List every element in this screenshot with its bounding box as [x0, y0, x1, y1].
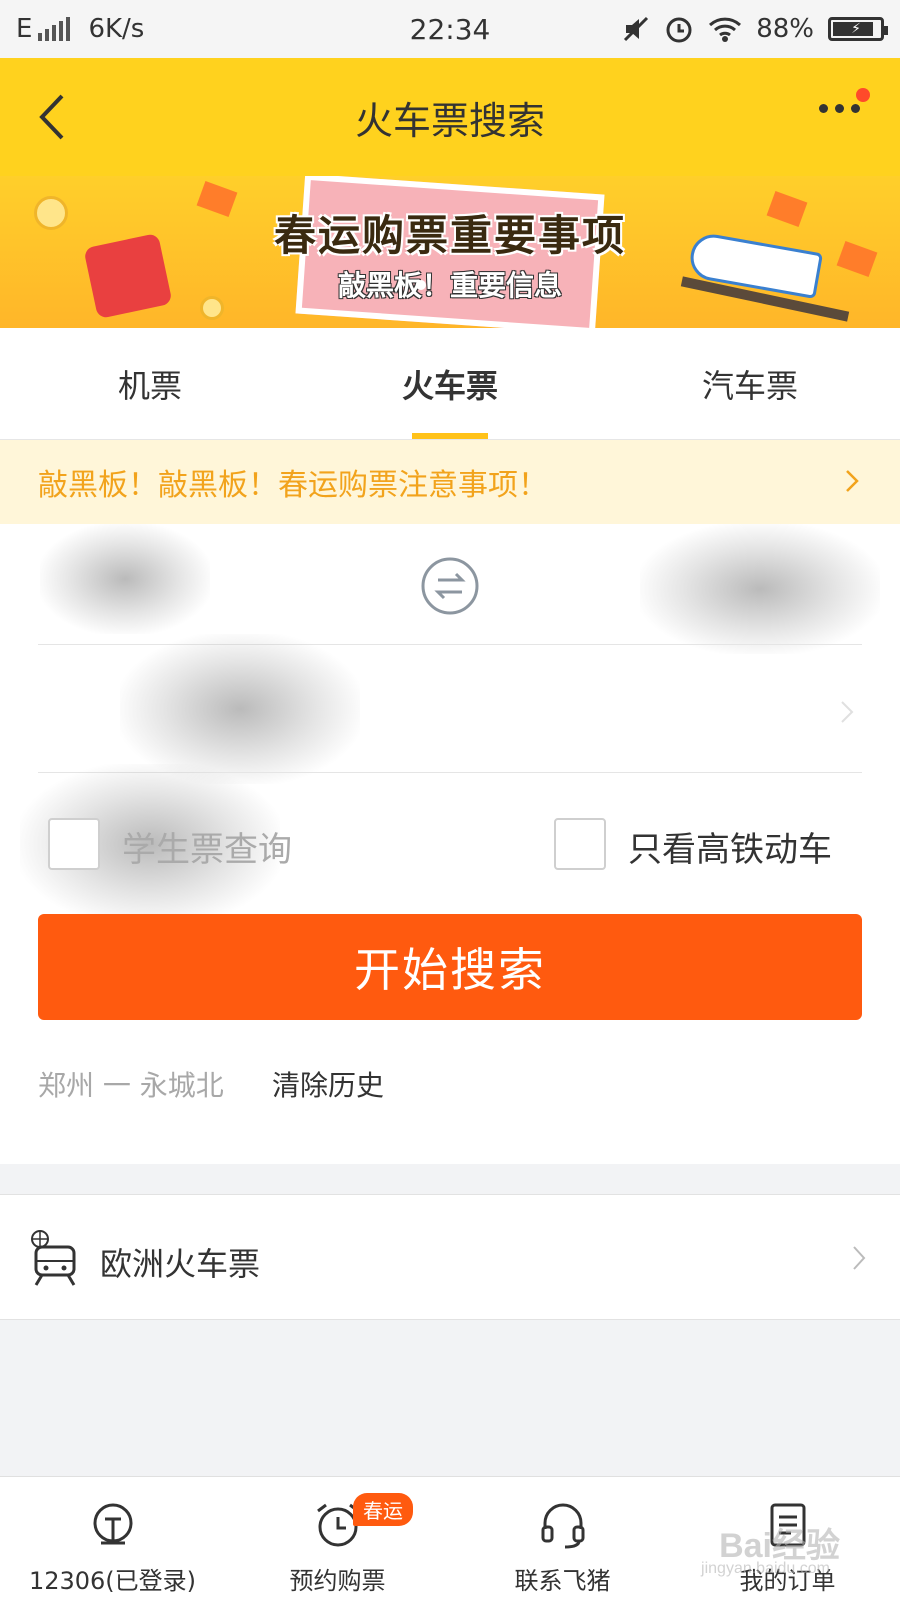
- high-speed-only-checkbox[interactable]: [554, 818, 606, 870]
- high-speed-only-label[interactable]: 只看高铁动车: [628, 822, 832, 871]
- nav-contact[interactable]: 联系飞猪: [450, 1477, 675, 1600]
- notice-bar[interactable]: 敲黑板！敲黑板！春运购票注意事项！: [0, 440, 900, 524]
- clock: 22:34: [409, 12, 491, 46]
- chevron-left-icon[interactable]: [34, 92, 74, 142]
- redacted-departure-station[interactable]: [40, 524, 210, 634]
- watermark-url: jingyan.baidu.com: [701, 1560, 830, 1577]
- banner-headline: 春运购票重要事项: [273, 211, 626, 260]
- tab-train[interactable]: 火车票: [300, 328, 600, 439]
- nav-label: 预约购票: [289, 1567, 386, 1595]
- spring-festival-badge: 春运: [353, 1493, 413, 1526]
- redacted-departure-date[interactable]: [120, 634, 360, 784]
- banner-subline: 敲黑板！重要信息: [337, 269, 562, 302]
- battery-icon: ⚡: [828, 17, 888, 41]
- chevron-right-icon: [841, 701, 854, 723]
- student-ticket-checkbox[interactable]: [48, 818, 100, 870]
- train-globe-icon: [31, 1230, 76, 1286]
- tab-bus[interactable]: 汽车票: [600, 328, 900, 439]
- redacted-arrival-station[interactable]: [640, 524, 880, 654]
- ticket-type-tabs: 机票 火车票 汽车票: [0, 328, 900, 440]
- envelope-decoration: [836, 240, 878, 278]
- nav-reserve[interactable]: 春运 预约购票: [225, 1477, 450, 1600]
- search-form: 学生票查询 只看高铁动车 开始搜索 郑州 一 永城北 清除历史: [0, 524, 900, 1164]
- more-dots-icon[interactable]: [819, 104, 860, 113]
- envelope-decoration: [766, 190, 808, 228]
- nav-label: 联系飞猪: [514, 1567, 611, 1595]
- history-item[interactable]: 郑州 一 永城北: [38, 1064, 224, 1104]
- filter-row: 学生票查询 只看高铁动车: [0, 808, 900, 880]
- europe-train-label: 欧洲火车票: [100, 1245, 261, 1283]
- notification-dot: [856, 88, 870, 102]
- student-ticket-label[interactable]: 学生票查询: [122, 822, 292, 871]
- chevron-right-icon: [853, 1246, 866, 1270]
- status-bar: E 6K/s 22:34 88% ⚡: [0, 0, 900, 58]
- coin-decoration: [34, 196, 68, 230]
- notice-text: 敲黑板！敲黑板！春运购票注意事项！: [38, 468, 548, 503]
- nav-label: 12306(已登录): [28, 1567, 197, 1595]
- europe-train-row[interactable]: 欧洲火车票: [0, 1194, 900, 1320]
- tab-flight[interactable]: 机票: [0, 328, 300, 439]
- mascot-illustration: [83, 232, 173, 320]
- headset-icon: [541, 1503, 584, 1549]
- coin-decoration: [200, 296, 224, 320]
- app-header: 火车票搜索: [0, 58, 900, 176]
- page-title: 火车票搜索: [354, 98, 545, 143]
- clear-history-button[interactable]: 清除历史: [272, 1064, 384, 1104]
- carousel-indicator: [416, 280, 426, 290]
- railway-logo-icon: [93, 1503, 132, 1545]
- search-button[interactable]: 开始搜索: [38, 914, 862, 1020]
- chevron-right-icon: [846, 470, 859, 492]
- nav-12306[interactable]: 12306(已登录): [0, 1477, 225, 1600]
- promo-banner[interactable]: 春运购票重要事项 敲黑板！重要信息: [0, 176, 900, 328]
- swap-stations-icon[interactable]: [420, 556, 480, 616]
